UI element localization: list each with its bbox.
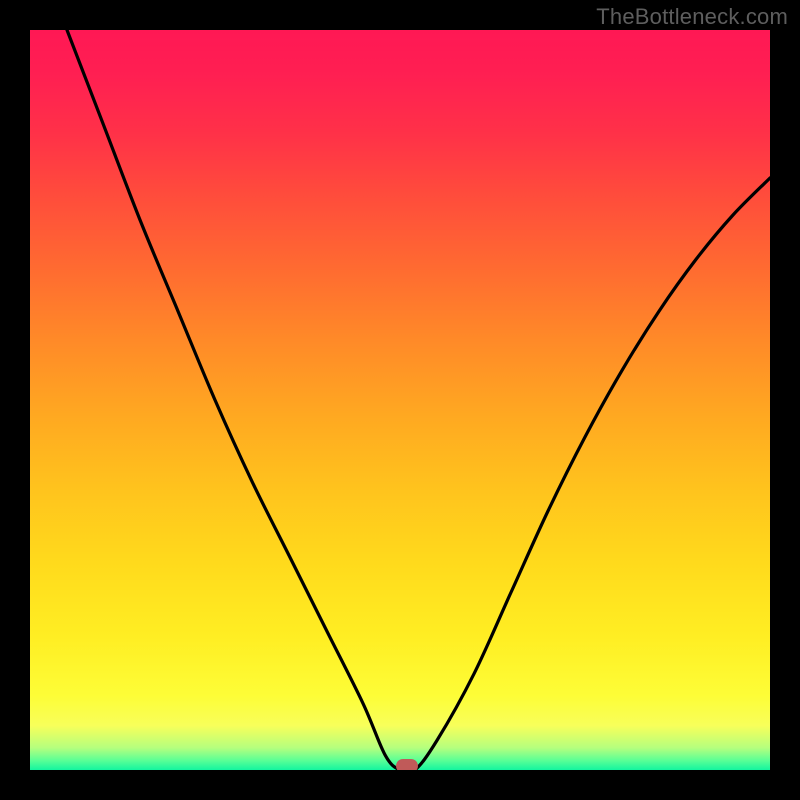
bottleneck-curve — [30, 30, 770, 770]
chart-frame: TheBottleneck.com — [0, 0, 800, 800]
optimal-point-marker — [396, 759, 418, 770]
plot-area — [30, 30, 770, 770]
watermark-text: TheBottleneck.com — [596, 4, 788, 30]
